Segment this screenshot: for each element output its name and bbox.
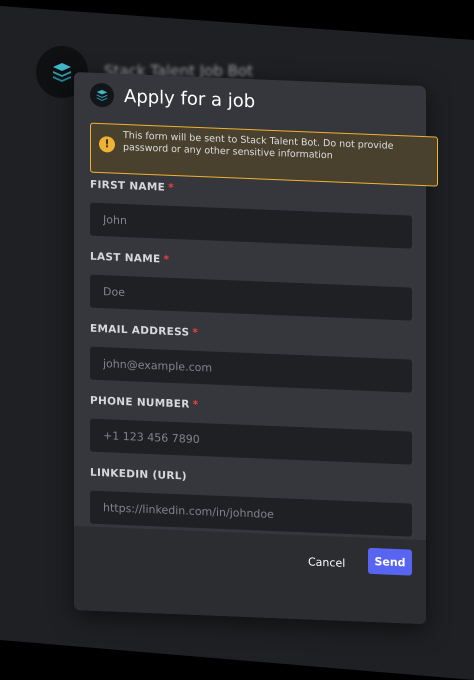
linkedin-label: LINKEDIN (URL) bbox=[90, 466, 187, 483]
phone-label: PHONE NUMBER * bbox=[90, 394, 199, 411]
phone-field: PHONE NUMBER * bbox=[90, 395, 412, 465]
required-marker: * bbox=[192, 398, 199, 411]
required-marker: * bbox=[192, 326, 199, 339]
modal-footer: Cancel Send bbox=[74, 526, 426, 625]
send-button[interactable]: Send bbox=[368, 547, 412, 576]
apply-job-modal: Apply for a job ! This form will be sent… bbox=[74, 72, 438, 625]
modal-title: Apply for a job bbox=[124, 85, 256, 112]
warning-banner: ! This form will be sent to Stack Talent… bbox=[90, 122, 438, 187]
last-name-input[interactable] bbox=[90, 274, 412, 321]
email-field: EMAIL ADDRESS * bbox=[90, 323, 412, 393]
app-stage: Stack Talent Job Bot Apply for a job ! T… bbox=[0, 0, 474, 680]
last-name-label: LAST NAME * bbox=[90, 250, 170, 266]
cancel-button[interactable]: Cancel bbox=[300, 549, 353, 576]
first-name-field: FIRST NAME * bbox=[90, 179, 412, 249]
email-label: EMAIL ADDRESS * bbox=[90, 322, 199, 339]
email-input[interactable] bbox=[90, 346, 412, 393]
warning-text: This form will be sent to Stack Talent B… bbox=[123, 129, 394, 162]
last-name-field: LAST NAME * bbox=[90, 251, 412, 321]
modal-header: Apply for a job bbox=[90, 82, 256, 114]
modal-avatar bbox=[90, 82, 114, 108]
linkedin-field: LINKEDIN (URL) bbox=[90, 467, 412, 537]
stack-logo-icon bbox=[96, 89, 108, 101]
first-name-input[interactable] bbox=[90, 202, 412, 249]
exclamation-icon: ! bbox=[99, 136, 115, 153]
phone-input[interactable] bbox=[90, 418, 412, 465]
required-marker: * bbox=[168, 181, 174, 195]
required-marker: * bbox=[163, 253, 170, 266]
stack-logo-icon bbox=[53, 63, 71, 82]
